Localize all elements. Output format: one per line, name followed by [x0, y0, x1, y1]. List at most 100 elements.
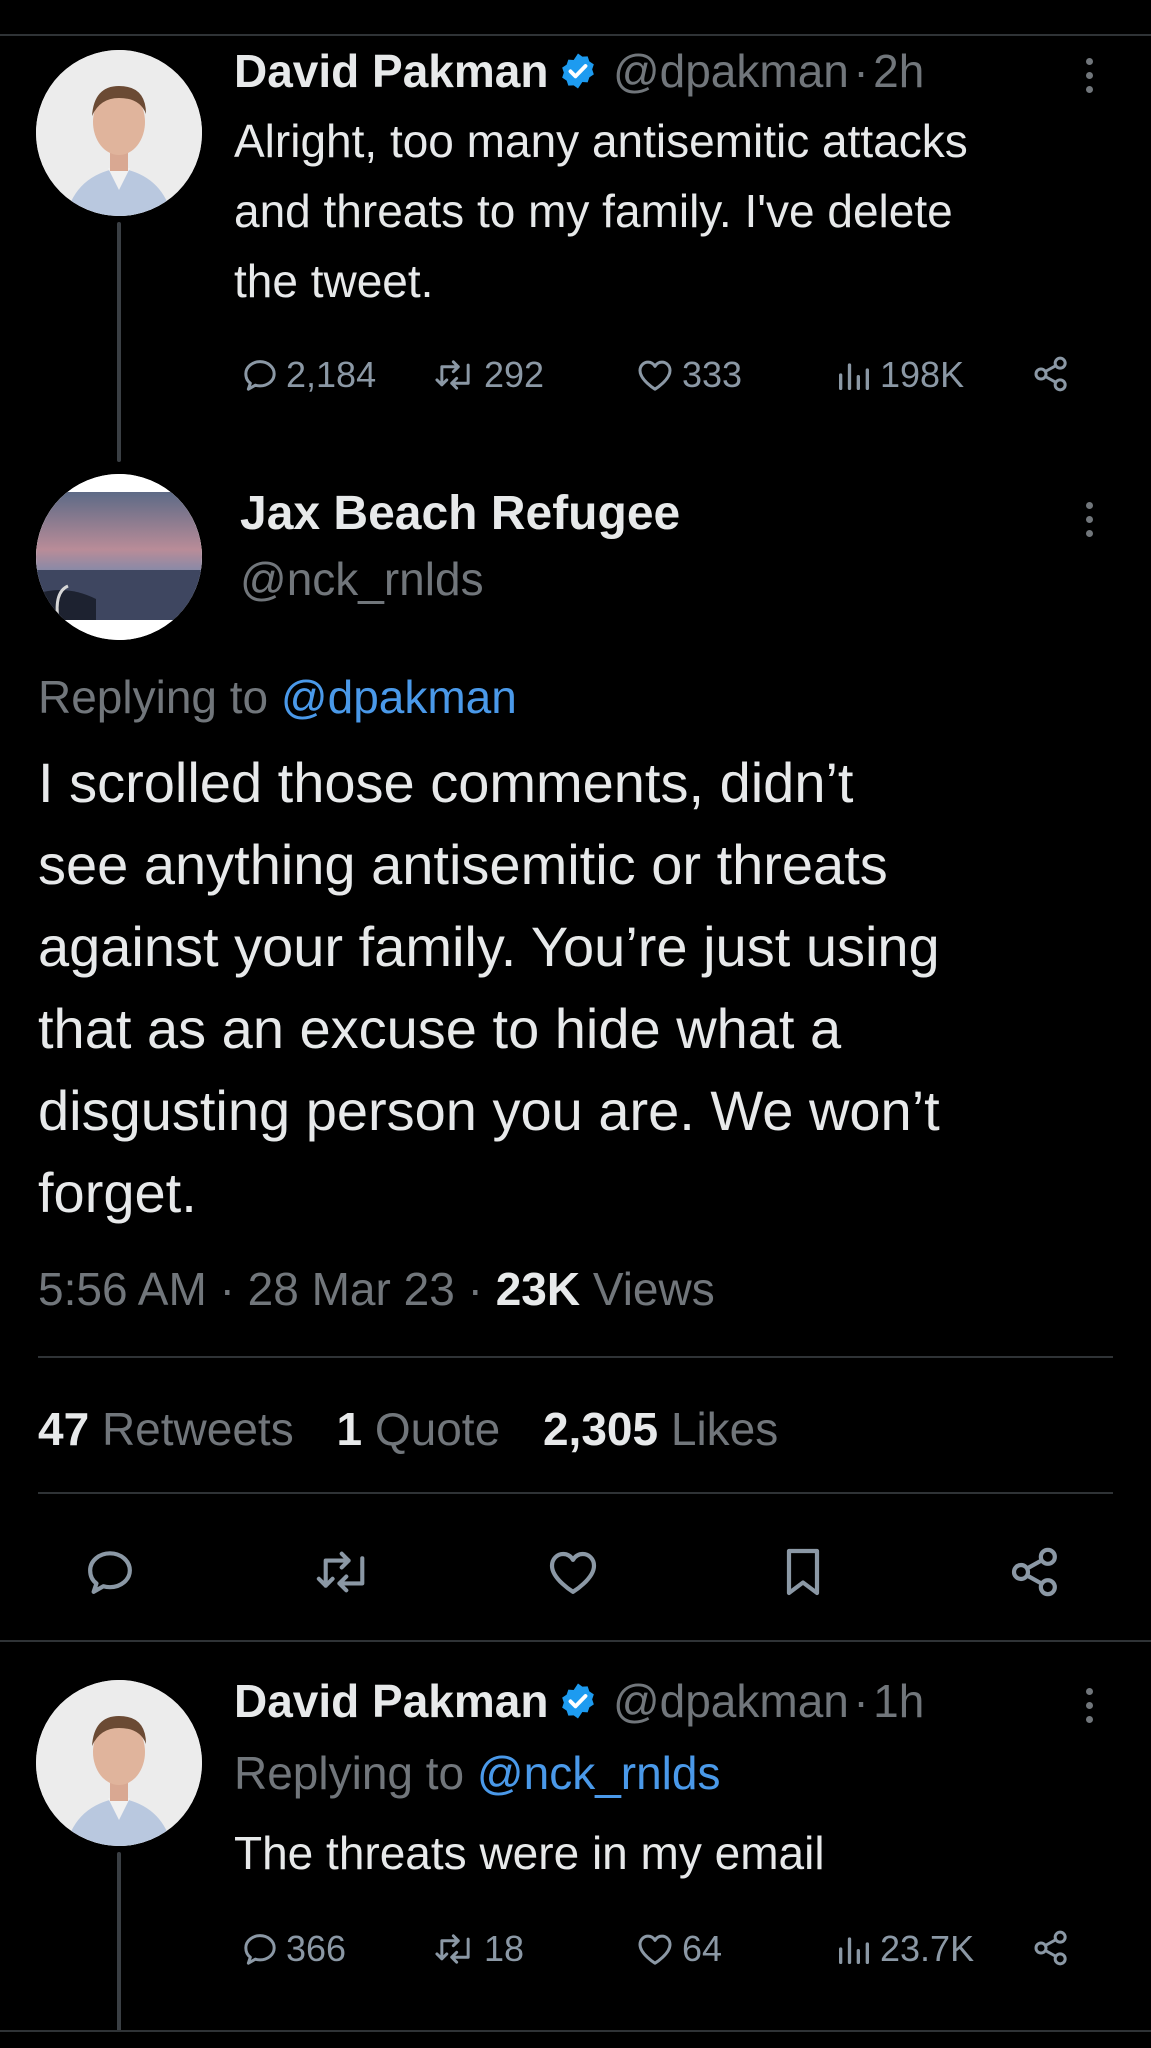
tweet-time[interactable]: 5:56 AM	[38, 1263, 207, 1315]
more-icon[interactable]	[1086, 1688, 1096, 1730]
divider	[38, 1492, 1113, 1494]
like-button[interactable]	[544, 1544, 602, 1605]
handle[interactable]: @nck_rnlds	[240, 552, 484, 606]
views-button[interactable]: 23.7K	[834, 1928, 974, 1970]
bookmark-icon	[786, 1548, 820, 1596]
retweet-icon	[435, 1934, 470, 1964]
retweet-button[interactable]	[312, 1544, 376, 1605]
like-count: 333	[682, 354, 743, 395]
tweet-header: David Pakman @dpakman · 2h	[234, 44, 924, 98]
replying-to-link[interactable]: @nck_rnlds	[477, 1747, 721, 1799]
display-name[interactable]: Jax Beach Refugee	[240, 486, 680, 541]
quotes-label: Quote	[374, 1403, 501, 1455]
display-name[interactable]: David Pakman	[234, 45, 548, 97]
text-line: and threats to my family. I've delete	[234, 185, 953, 237]
quotes-stat[interactable]: 1 Quote	[336, 1403, 500, 1455]
views-label: Views	[592, 1263, 715, 1315]
share-icon	[1011, 1547, 1057, 1597]
more-icon[interactable]	[1086, 58, 1096, 100]
replying-prefix: Replying to	[234, 1747, 465, 1799]
more-icon[interactable]	[1086, 502, 1096, 544]
views-count: 23K	[495, 1263, 581, 1315]
tweet-header: David Pakman @dpakman · 1h	[234, 1674, 924, 1728]
retweet-button[interactable]: 18	[432, 1928, 524, 1970]
bottom-divider	[0, 2030, 1151, 2032]
like-count: 64	[682, 1928, 723, 1969]
likes-stat[interactable]: 2,305 Likes	[543, 1403, 778, 1455]
retweet-icon	[316, 1551, 365, 1593]
avatar[interactable]	[36, 50, 202, 216]
divider	[38, 1356, 1113, 1358]
bookmark-button[interactable]	[778, 1544, 828, 1605]
retweets-label: Retweets	[101, 1403, 294, 1455]
likes-count: 2,305	[542, 1403, 659, 1455]
heart-icon	[549, 1551, 597, 1594]
engagement-stats: 47 Retweets 1 Quote 2,305 Likes	[38, 1402, 778, 1456]
timestamp[interactable]: 2h	[873, 45, 924, 97]
like-button[interactable]: 333	[634, 354, 742, 396]
avatar[interactable]	[36, 1680, 202, 1846]
top-divider	[0, 34, 1151, 36]
separator: ·	[853, 1675, 869, 1727]
like-button[interactable]: 64	[634, 1928, 722, 1970]
thread-line	[117, 222, 121, 462]
reply-icon	[244, 360, 276, 391]
text-line: forget.	[38, 1161, 197, 1224]
verified-badge-icon	[558, 1681, 598, 1726]
text-line: see anything antisemitic or threats	[38, 833, 888, 896]
quotes-count: 1	[336, 1403, 363, 1455]
retweets-stat[interactable]: 47 Retweets	[38, 1403, 294, 1455]
verified-badge-icon	[558, 51, 598, 96]
views-count: 198K	[880, 354, 965, 395]
text-line: the tweet.	[234, 255, 434, 307]
reply-count: 2,184	[286, 354, 377, 395]
text-line: that as an excuse to hide what a	[38, 997, 842, 1060]
views-icon	[839, 1937, 869, 1964]
retweet-count: 292	[484, 354, 545, 395]
heart-icon	[638, 1934, 672, 1965]
tweet-text: The threats were in my email	[234, 1827, 825, 1879]
handle[interactable]: @dpakman	[613, 45, 849, 97]
tweet-meta: 5:56 AM · 28 Mar 23 · 23K Views	[38, 1263, 715, 1315]
reply-icon	[88, 1551, 132, 1594]
replying-to: Replying to @dpakman	[38, 670, 517, 724]
share-icon	[1034, 1930, 1067, 1966]
avatar[interactable]	[36, 474, 202, 640]
share-button[interactable]	[1006, 1544, 1064, 1605]
reply-button[interactable]	[82, 1544, 138, 1605]
text-line: Alright, too many antisemitic attacks	[234, 115, 968, 167]
tweet-date[interactable]: 28 Mar 23	[248, 1263, 455, 1315]
tweet-text: Alright, too many antisemitic attacks an…	[234, 106, 968, 316]
reply-icon	[244, 1934, 276, 1965]
thread-line	[117, 1852, 121, 2032]
divider	[0, 1640, 1151, 1642]
avatar-photo-icon	[36, 50, 202, 216]
reply-button[interactable]: 2,184	[240, 354, 376, 396]
replying-prefix: Replying to	[38, 671, 269, 723]
views-icon	[839, 363, 869, 390]
likes-label: Likes	[670, 1403, 779, 1455]
reply-count: 366	[286, 1928, 347, 1969]
timestamp[interactable]: 1h	[873, 1675, 924, 1727]
text-line: I scrolled those comments, didn’t	[38, 751, 854, 814]
views-count: 23.7K	[880, 1928, 975, 1969]
text-line: against your family. You’re just using	[38, 915, 940, 978]
text-line: disgusting person you are. We won’t	[38, 1079, 940, 1142]
share-button[interactable]	[1028, 1928, 1074, 1968]
retweet-icon	[435, 360, 470, 390]
views-button[interactable]: 198K	[834, 354, 964, 396]
heart-icon	[638, 360, 672, 391]
avatar-photo-icon	[36, 1680, 202, 1846]
retweet-count: 18	[484, 1928, 525, 1969]
tweet-text: I scrolled those comments, didn’t see an…	[38, 742, 940, 1234]
share-icon	[1034, 356, 1067, 392]
handle[interactable]: @dpakman	[613, 1675, 849, 1727]
separator: ·	[853, 45, 869, 97]
replying-to-link[interactable]: @dpakman	[281, 671, 517, 723]
display-name[interactable]: David Pakman	[234, 1675, 548, 1727]
retweets-count: 47	[38, 1403, 90, 1455]
retweet-button[interactable]: 292	[432, 354, 544, 396]
share-button[interactable]	[1028, 354, 1074, 394]
avatar-photo-icon	[36, 474, 202, 640]
reply-button[interactable]: 366	[240, 1928, 346, 1970]
